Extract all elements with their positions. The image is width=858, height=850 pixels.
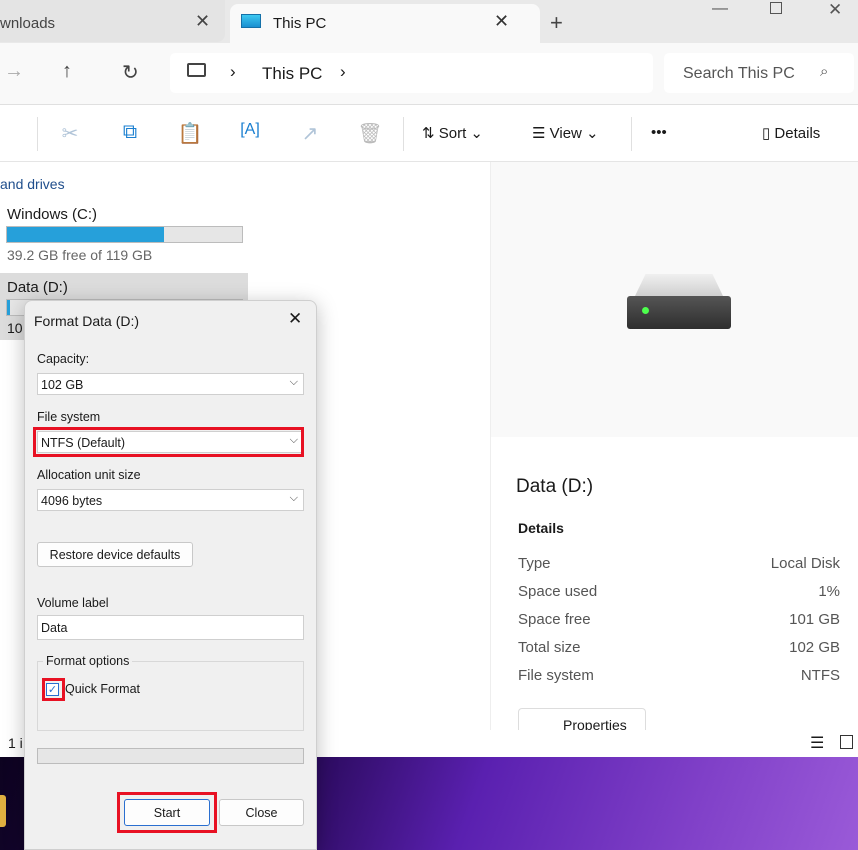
close-tab-icon[interactable]: ✕ [494, 11, 509, 32]
minimize-icon[interactable]: — [712, 0, 728, 18]
detail-row: Type Local Disk [518, 555, 840, 572]
dialog-title: Format Data (D:) [34, 313, 140, 329]
usage-bar [6, 226, 243, 243]
format-progress-bar [37, 748, 304, 764]
allocation-size-select[interactable]: 4096 bytes ⌵ [37, 489, 304, 511]
sort-button[interactable]: ⇅ Sort ⌄ [422, 124, 483, 142]
search-icon: ⌕ [820, 63, 829, 80]
cut-icon[interactable]: ✂ [55, 121, 85, 146]
chevron-right-icon[interactable]: › [230, 62, 236, 82]
more-options-icon[interactable]: ••• [651, 124, 667, 141]
refresh-icon[interactable]: ↻ [122, 60, 139, 85]
new-tab-icon[interactable]: + [550, 10, 563, 36]
command-bar: ✂ ⧉ 📋 [A] ↗ 🗑 ⇅ Sort ⌄ ☰ View ⌄ ••• ▯ De… [0, 105, 858, 162]
format-dialog: Format Data (D:) ✕ Capacity: 102 GB ⌵ Fil… [24, 300, 317, 850]
drive-icon [627, 274, 731, 330]
forward-icon[interactable]: → [4, 60, 24, 83]
close-icon[interactable]: ✕ [288, 309, 302, 329]
close-window-icon[interactable]: ✕ [828, 0, 842, 20]
restore-defaults-button[interactable]: Restore device defaults [37, 542, 193, 567]
chevron-down-icon: ⌵ [289, 376, 298, 388]
breadcrumb[interactable]: › This PC › [170, 53, 653, 93]
preview-area [491, 162, 858, 437]
section-header[interactable]: and drives [0, 176, 65, 192]
tab-downloads[interactable]: wnloads ✕ [0, 0, 225, 42]
details-button[interactable]: ▯ Details [762, 124, 820, 142]
view-button[interactable]: ☰ View ⌄ [532, 124, 599, 142]
up-icon[interactable]: ↑ [62, 60, 72, 83]
close-button[interactable]: Close [219, 799, 304, 826]
highlight-box [33, 427, 304, 457]
list-view-icon[interactable]: ☰ [810, 733, 824, 753]
tab-this-pc[interactable]: This PC ✕ [230, 4, 540, 43]
copy-icon[interactable]: ⧉ [115, 121, 145, 144]
chevron-down-icon: ⌵ [289, 492, 298, 504]
detail-row: Space free 101 GB [518, 611, 840, 628]
format-options-group [37, 661, 304, 731]
properties-button[interactable]: Properties [518, 708, 646, 730]
chevron-right-icon[interactable]: › [340, 62, 346, 82]
maximize-icon[interactable] [770, 2, 782, 14]
paste-icon[interactable]: 📋 [175, 121, 205, 146]
status-text: 1 i [8, 735, 23, 751]
delete-icon[interactable]: 🗑 [355, 121, 385, 146]
search-input[interactable]: Search This PC ⌕ [664, 53, 854, 93]
volume-label-input[interactable]: Data [37, 615, 304, 640]
detail-row: Total size 102 GB [518, 639, 840, 656]
highlight-box [117, 792, 217, 833]
monitor-icon [241, 14, 261, 28]
drive-c[interactable]: Windows (C:) 39.2 GB free of 119 GB [0, 200, 248, 270]
capacity-select[interactable]: 102 GB ⌵ [37, 373, 304, 395]
desktop-folder-icon[interactable] [0, 795, 6, 827]
tiles-view-icon[interactable] [840, 735, 853, 749]
detail-row: Space used 1% [518, 583, 840, 600]
details-title: Data (D:) [516, 476, 594, 497]
detail-row: File system NTFS [518, 667, 840, 684]
close-tab-icon[interactable]: ✕ [195, 11, 210, 32]
share-icon[interactable]: ↗ [295, 121, 325, 146]
monitor-icon [187, 63, 206, 77]
rename-icon[interactable]: [A] [235, 121, 265, 139]
highlight-box [42, 678, 65, 701]
